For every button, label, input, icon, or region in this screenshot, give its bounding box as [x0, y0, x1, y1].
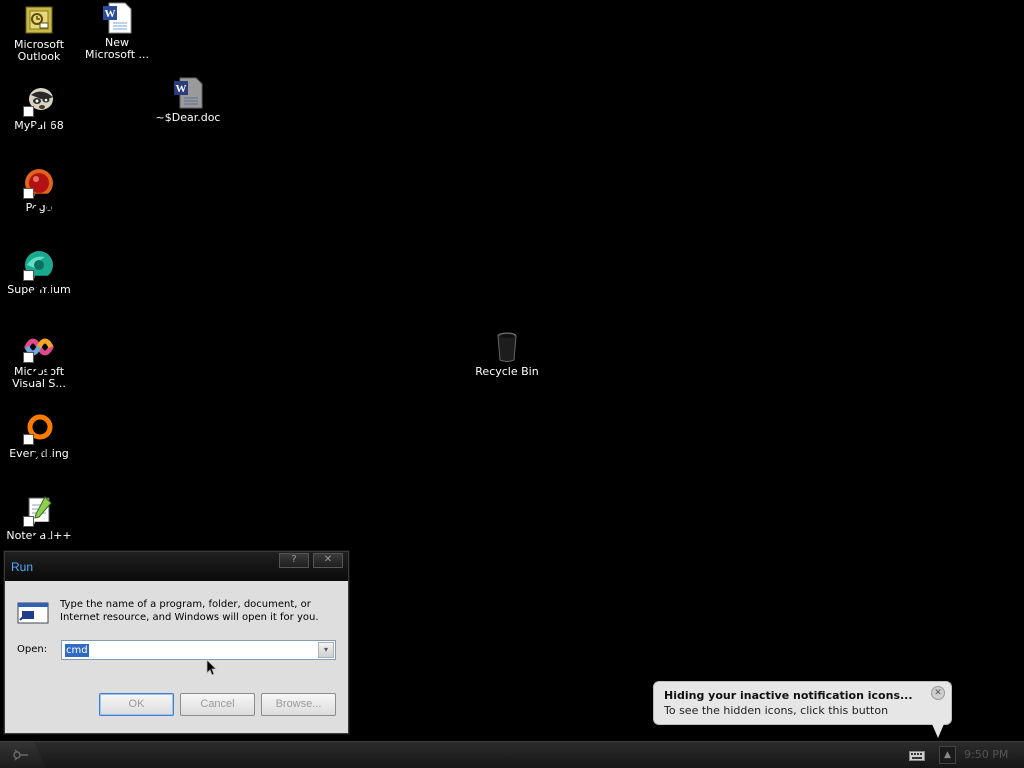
supermium-icon [23, 249, 55, 302]
help-button[interactable]: ? [279, 553, 309, 568]
desktop-icon-microsoft-visual-studio[interactable]: Microsoft Visual S... [1, 331, 77, 390]
visual-studio-icon [23, 331, 55, 384]
desktop-icon-mypal-68[interactable]: MyPal 68 [1, 85, 77, 138]
mouse-cursor-icon [206, 659, 217, 676]
start-button[interactable] [0, 742, 46, 768]
desktop-icon-microsoft-outlook[interactable]: Microsoft Outlook [1, 4, 77, 63]
balloon-close-button[interactable]: ✕ [931, 686, 945, 700]
keyboard-icon[interactable] [909, 751, 925, 761]
recycle-bin-icon [491, 331, 523, 363]
desktop-icon-label: Microsoft Outlook [13, 38, 65, 63]
desktop-icon-label: Recycle Bin [475, 365, 539, 378]
cancel-button[interactable]: Cancel [180, 693, 255, 716]
shortcut-arrow-icon [23, 434, 52, 466]
browse-button[interactable]: Browse... [261, 693, 336, 716]
desktop-icon-dear-doc[interactable]: W ~$Dear.doc [150, 77, 226, 124]
outlook-icon [23, 4, 55, 36]
shortcut-arrow-icon [23, 352, 52, 384]
notification-balloon[interactable]: Hiding your inactive notification icons.… [653, 681, 952, 738]
run-dialog-titlebar[interactable]: Run ? ✕ [5, 552, 348, 581]
taskbar-clock[interactable]: 9:50 PM [964, 748, 1008, 761]
run-dialog: Run ? ✕ Type the name of a program, fold… [4, 551, 349, 734]
show-hidden-icons-button[interactable]: ▲ [939, 746, 956, 764]
desktop-icon-everything[interactable]: Everything [1, 413, 77, 466]
desktop-icon-new-microsoft-word[interactable]: W New Microsoft ... [79, 2, 155, 61]
desktop-icon-label: New Microsoft ... [84, 36, 150, 61]
balloon-text: To see the hidden icons, click this butt… [664, 704, 889, 717]
desktop-icon-recycle-bin[interactable]: Recycle Bin [469, 331, 545, 378]
open-label: Open: [17, 644, 48, 655]
everything-search-icon [23, 413, 55, 466]
shortcut-arrow-icon [23, 270, 52, 302]
shortcut-arrow-icon [23, 188, 52, 220]
desktop-icon-label: ~$Dear.doc [155, 111, 221, 124]
word-document-icon: W [101, 2, 133, 34]
run-dialog-title: Run [11, 560, 34, 574]
desktop-icon-notepad-plus-plus[interactable]: Notepad++ [1, 495, 77, 548]
run-dialog-body: Type the name of a program, folder, docu… [5, 581, 348, 733]
balloon-title: Hiding your inactive notification icons.… [664, 689, 913, 702]
run-program-icon [17, 600, 51, 626]
balloon-tail [932, 724, 944, 738]
svg-text:W: W [176, 83, 187, 95]
close-button[interactable]: ✕ [313, 553, 343, 568]
notepad-plus-plus-icon [23, 495, 55, 548]
word-document-icon: W [172, 77, 204, 109]
taskbar: ▲ 9:50 PM [0, 741, 1024, 768]
dropdown-arrow-icon[interactable]: ▾ [318, 642, 334, 658]
ok-button[interactable]: OK [99, 693, 174, 716]
open-input[interactable] [64, 642, 316, 658]
desktop-icon-pego[interactable]: Pego [1, 167, 77, 220]
desktop-icon-supermium[interactable]: Supermium [1, 249, 77, 302]
pego-icon [23, 167, 55, 220]
shortcut-arrow-icon [23, 516, 52, 548]
shortcut-arrow-icon [23, 106, 52, 138]
mypal-icon [23, 85, 55, 138]
run-dialog-description: Type the name of a program, folder, docu… [60, 599, 319, 623]
svg-text:W: W [105, 8, 116, 20]
start-logo-icon [13, 749, 28, 761]
open-combobox[interactable]: ▾ [61, 640, 336, 660]
